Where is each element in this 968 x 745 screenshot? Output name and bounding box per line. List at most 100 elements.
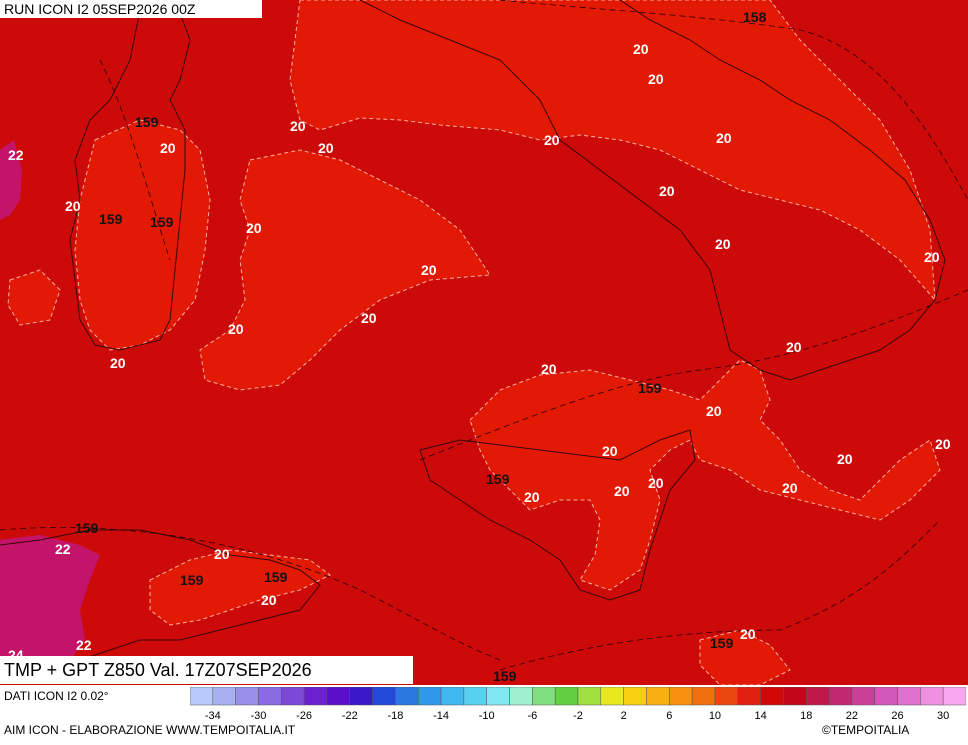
legend-swatch xyxy=(281,687,305,706)
legend-tick-label: -26 xyxy=(296,710,312,722)
temp-label: 20 xyxy=(110,355,126,371)
legend-tick-label: 10 xyxy=(709,710,721,722)
legend-swatch xyxy=(235,687,259,706)
gpt-label: 159 xyxy=(75,520,99,536)
legend-swatch xyxy=(372,687,396,706)
temp-label: 20 xyxy=(659,183,675,199)
legend-swatch xyxy=(783,687,807,706)
gpt-label: 159 xyxy=(710,635,734,651)
legend-swatch xyxy=(303,687,328,706)
data-source-label: DATI ICON I2 0.02° xyxy=(4,689,109,703)
legend-swatch xyxy=(258,687,282,706)
legend-swatch xyxy=(851,687,875,706)
temp-label: 20 xyxy=(261,592,277,608)
copyright-label: ©TEMPOITALIA xyxy=(822,723,910,737)
gpt-label: 159 xyxy=(150,214,174,230)
legend-swatch xyxy=(691,687,716,706)
temp-label: 20 xyxy=(716,130,732,146)
legend-swatch xyxy=(554,687,579,706)
color-legend: -34-30-26-22-18-14-10-6-2261014182226303… xyxy=(190,687,966,722)
temp-label: 20 xyxy=(935,436,951,452)
legend-tick-label: -10 xyxy=(479,710,495,722)
gpt-label: 159 xyxy=(486,471,510,487)
legend-swatch xyxy=(828,687,853,706)
temp-label: 20 xyxy=(214,546,230,562)
temp-label: 20 xyxy=(786,339,802,355)
legend-tick-label: -14 xyxy=(433,710,449,722)
temp-label: 20 xyxy=(290,118,306,134)
temp-label: 20 xyxy=(633,41,649,57)
valid-time-title: TMP + GPT Z850 Val. 17Z07SEP2026 xyxy=(0,656,413,684)
temp-label: 20 xyxy=(246,220,262,236)
temp-label: 20 xyxy=(361,310,377,326)
legend-swatch xyxy=(349,687,373,706)
temp-label: 20 xyxy=(924,249,940,265)
legend-tick-label: -2 xyxy=(573,710,583,722)
legend-tick-label: -34 xyxy=(205,710,221,722)
temp-label: 20 xyxy=(648,71,664,87)
legend-tick-label: -22 xyxy=(342,710,358,722)
legend-swatch xyxy=(417,687,442,706)
temp-label: 20 xyxy=(544,132,560,148)
temp-label: 20 xyxy=(715,236,731,252)
legend-tick-label: 30 xyxy=(937,710,949,722)
legend-tick-label: 18 xyxy=(800,710,812,722)
legend-tick-label: 26 xyxy=(891,710,903,722)
legend-swatch xyxy=(874,687,898,706)
legend-swatch xyxy=(190,687,214,706)
gpt-label: 159 xyxy=(638,380,662,396)
legend-tick-label: 14 xyxy=(754,710,766,722)
gpt-label: 159 xyxy=(493,668,517,684)
legend-swatch xyxy=(486,687,510,706)
run-title: RUN ICON I2 05SEP2026 00Z xyxy=(0,0,262,18)
legend-swatch xyxy=(805,687,830,706)
legend-tick-label: -30 xyxy=(251,710,267,722)
legend-swatch xyxy=(897,687,921,706)
temp-label: 20 xyxy=(160,140,176,156)
weather-map: 20 20 20 20 20 20 20 20 20 20 20 20 20 2… xyxy=(0,0,968,685)
legend-swatch xyxy=(577,687,602,706)
legend-swatch xyxy=(509,687,533,706)
temp-label: 22 xyxy=(55,541,71,557)
legend-swatch xyxy=(714,687,739,706)
legend-swatch xyxy=(760,687,784,706)
legend-swatch xyxy=(600,687,624,706)
temp-label: 20 xyxy=(524,489,540,505)
legend-swatch xyxy=(623,687,647,706)
temp-label: 20 xyxy=(421,262,437,278)
legend-swatch xyxy=(463,687,487,706)
legend-swatch xyxy=(440,687,465,706)
temp-label: 22 xyxy=(76,637,92,653)
legend-tick-label: 2 xyxy=(621,710,627,722)
gpt-label: 158 xyxy=(743,9,767,25)
legend-swatch xyxy=(646,687,670,706)
temp-label: 20 xyxy=(614,483,630,499)
temp-label: 20 xyxy=(648,475,664,491)
elaboration-credit: AIM ICON - ELABORAZIONE WWW.TEMPOITALIA.… xyxy=(4,723,296,737)
temp-label: 20 xyxy=(318,140,334,156)
legend-swatch xyxy=(942,687,966,706)
legend-tick-label: -18 xyxy=(387,710,403,722)
gpt-label: 159 xyxy=(264,569,288,585)
footer: DATI ICON I2 0.02° -34 -30 -26 -22 -18 -14 -10… xyxy=(0,685,968,745)
temp-label: 20 xyxy=(740,626,756,642)
legend-swatch xyxy=(920,687,944,706)
gpt-label: 159 xyxy=(99,211,123,227)
legend-swatch xyxy=(395,687,419,706)
gpt-label: 159 xyxy=(135,114,159,130)
legend-swatch xyxy=(532,687,556,706)
temp-label: 20 xyxy=(602,443,618,459)
temp-label: 22 xyxy=(8,147,24,163)
temp-label: 20 xyxy=(228,321,244,337)
legend-swatch xyxy=(669,687,693,706)
temp-label: 20 xyxy=(541,361,557,377)
legend-tick-label: 6 xyxy=(666,710,672,722)
gpt-label: 159 xyxy=(180,572,204,588)
legend-swatch xyxy=(326,687,351,706)
legend-swatch xyxy=(737,687,761,706)
legend-swatch xyxy=(212,687,236,706)
temp-label: 20 xyxy=(706,403,722,419)
temp-label: 20 xyxy=(65,198,81,214)
temp-label: 20 xyxy=(837,451,853,467)
temp-label: 20 xyxy=(782,480,798,496)
